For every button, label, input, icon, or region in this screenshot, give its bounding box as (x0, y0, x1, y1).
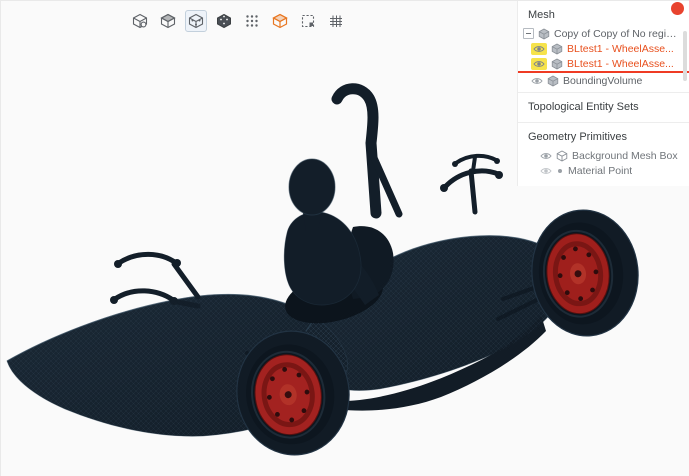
tree-item-root[interactable]: Copy of Copy of No region r... (518, 26, 689, 41)
mesh-cube-icon (538, 28, 550, 40)
panel-title: Mesh (518, 7, 689, 26)
tree-item-label: BoundingVolume (563, 75, 642, 87)
collapse-icon[interactable] (523, 28, 534, 39)
notification-dot[interactable] (671, 2, 684, 15)
tree-item-material-point[interactable]: Material Point (518, 163, 689, 178)
tree-item-bounding-volume[interactable]: BoundingVolume (518, 73, 689, 88)
roll-hoop (337, 89, 399, 214)
visibility-eye-icon[interactable] (540, 151, 552, 161)
filled-cube-nodes-icon[interactable] (213, 10, 235, 32)
handlebar-right (440, 156, 503, 212)
app-window: Mesh Copy of Copy of No region r... (0, 0, 689, 476)
scene-tree-panel: Mesh Copy of Copy of No region r... (517, 1, 689, 186)
point-grid-icon[interactable] (241, 10, 263, 32)
eye-highlight (531, 43, 547, 55)
tree-item-wheel-1[interactable]: BLtest1 - WheelAsse... (518, 41, 689, 56)
surface-nodes-cube-icon[interactable] (185, 10, 207, 32)
mesh-cube-icon (547, 75, 559, 87)
divider (518, 92, 689, 93)
driver-head (289, 159, 335, 215)
tree-item-label: Material Point (568, 165, 632, 177)
mesh-toolbar (129, 10, 347, 32)
point-icon (558, 169, 562, 173)
divider (518, 122, 689, 123)
region-selection-icon[interactable] (297, 10, 319, 32)
box-icon (556, 150, 568, 162)
mesh-cube-icon (551, 58, 563, 70)
hex-element-cube-icon[interactable] (269, 10, 291, 32)
section-topological-entity-sets[interactable]: Topological Entity Sets (518, 97, 689, 118)
tree-item-label: Copy of Copy of No region r... (554, 28, 681, 40)
tree-item-label: BLtest1 - WheelAsse... (567, 58, 674, 70)
panel-scrollbar[interactable] (683, 31, 687, 81)
tree-item-label: Background Mesh Box (572, 150, 678, 162)
tree-item-wheel-2[interactable]: BLtest1 - WheelAsse... (518, 56, 689, 73)
section-geometry-primitives[interactable]: Geometry Primitives (518, 127, 689, 148)
visibility-eye-icon[interactable] (540, 166, 552, 176)
visibility-eye-icon[interactable] (533, 59, 545, 69)
eye-highlight (531, 58, 547, 70)
mesh-grid-icon[interactable] (325, 10, 347, 32)
tree-item-label: BLtest1 - WheelAsse... (567, 43, 674, 55)
solid-cube-icon[interactable] (157, 10, 179, 32)
mesh-settings-cube-icon[interactable] (129, 10, 151, 32)
tree-item-background-mesh-box[interactable]: Background Mesh Box (518, 148, 689, 163)
visibility-eye-icon[interactable] (533, 44, 545, 54)
mesh-cube-icon (551, 43, 563, 55)
visibility-eye-icon[interactable] (531, 76, 543, 86)
